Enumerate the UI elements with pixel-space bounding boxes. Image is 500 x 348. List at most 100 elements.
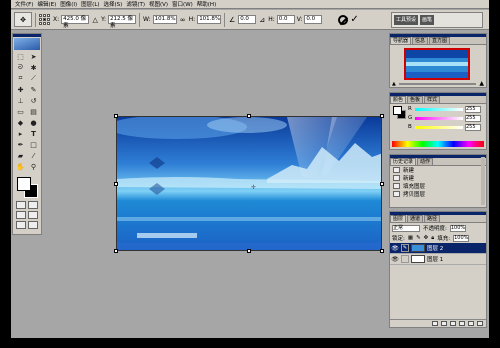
standard-mode-button[interactable] — [16, 201, 26, 209]
tool-preset-picker[interactable]: ✥ — [14, 12, 32, 27]
lock-transparency-icon[interactable]: ▦ — [408, 235, 413, 241]
menu-image[interactable]: 图像(I) — [58, 0, 79, 8]
type-tool-icon[interactable]: T — [27, 128, 40, 139]
transform-center-icon[interactable]: ✛ — [251, 184, 256, 191]
palette-well-tab-tool-presets[interactable]: 工具预设 — [394, 15, 419, 25]
color-spectrum-bar[interactable] — [392, 141, 484, 147]
quick-mask-button[interactable] — [28, 201, 38, 209]
tab-actions[interactable]: 动作 — [417, 158, 434, 165]
history-item[interactable]: 新建 — [390, 166, 486, 174]
layer-style-icon[interactable] — [432, 321, 438, 326]
jump-to-imageready-button[interactable] — [28, 221, 38, 229]
transform-handle-top[interactable] — [247, 114, 251, 118]
link-icon[interactable]: ∞ — [179, 16, 187, 24]
channel-value[interactable]: 255 — [465, 114, 481, 122]
fill-field[interactable]: 100% — [453, 234, 470, 242]
channel-value[interactable]: 255 — [465, 105, 481, 113]
transform-handle-left[interactable] — [114, 182, 118, 186]
notes-tool-icon[interactable]: ▰ — [14, 150, 27, 161]
menu-edit[interactable]: 编辑(E) — [35, 0, 58, 8]
menu-window[interactable]: 窗口(W) — [170, 0, 195, 8]
y-field[interactable]: 212.5 像素 — [108, 15, 137, 29]
foreground-color-swatch[interactable] — [17, 177, 31, 191]
commit-transform-icon[interactable]: ✓ — [350, 14, 358, 25]
blend-mode-select[interactable]: 正常 — [392, 224, 420, 232]
opacity-field[interactable]: 100% — [449, 224, 466, 232]
tab-navigator[interactable]: 导航器 — [390, 37, 412, 44]
move-tool-icon[interactable]: ➤ — [27, 51, 40, 62]
tab-layers[interactable]: 图层 — [390, 215, 407, 222]
layer-link-icon[interactable] — [401, 255, 409, 263]
reference-point-locator[interactable] — [39, 13, 51, 26]
marquee-tool-icon[interactable]: ⬚ — [14, 51, 27, 62]
tab-channels[interactable]: 通道 — [407, 215, 424, 222]
zoom-out-icon[interactable]: ▲ — [392, 81, 396, 87]
tab-histogram[interactable]: 直方图 — [429, 37, 451, 44]
blur-tool-icon[interactable]: ◆ — [14, 117, 27, 128]
channel-value[interactable]: 255 — [465, 123, 481, 131]
transform-handle-bottom-right[interactable] — [380, 249, 384, 253]
history-item[interactable]: 新建 — [390, 174, 486, 182]
cancel-transform-icon[interactable] — [338, 14, 349, 25]
path-select-icon[interactable]: ▸ — [14, 128, 27, 139]
hand-tool-icon[interactable]: ✋ — [14, 161, 27, 172]
adjustment-layer-icon[interactable] — [459, 321, 465, 326]
x-field[interactable]: 425.0 像素 — [61, 15, 90, 29]
layer-link-icon[interactable]: ✎ — [401, 244, 409, 252]
menu-view[interactable]: 视图(V) — [147, 0, 170, 8]
tab-styles[interactable]: 样式 — [424, 96, 441, 103]
lasso-tool-icon[interactable]: ᘐ — [14, 62, 27, 73]
tab-paths[interactable]: 路径 — [424, 215, 441, 222]
width-field[interactable]: 101.8% — [152, 15, 177, 24]
clone-stamp-icon[interactable]: ⊥ — [14, 95, 27, 106]
history-item[interactable]: 拷贝图层 — [390, 190, 486, 198]
channel-slider[interactable] — [415, 107, 463, 111]
zoom-tool-icon[interactable]: ⚲ — [27, 161, 40, 172]
new-set-icon[interactable] — [450, 321, 456, 326]
skew-v-field[interactable]: 0.0 — [304, 15, 323, 24]
menu-layer[interactable]: 图层(L) — [79, 0, 101, 8]
palette-well-tab-brushes[interactable]: 画笔 — [420, 15, 435, 25]
transform-handle-top-right[interactable] — [380, 114, 384, 118]
document-canvas[interactable] — [116, 116, 382, 251]
visibility-eye-icon[interactable]: 👁︎ — [391, 245, 399, 252]
history-brush-icon[interactable]: ↺ — [27, 95, 40, 106]
screen-mode-standard-button[interactable] — [16, 211, 26, 219]
tab-color[interactable]: 颜色 — [390, 96, 407, 103]
shape-tool-icon[interactable]: □ — [27, 139, 40, 150]
menu-help[interactable]: 帮助(H) — [195, 0, 218, 8]
history-scrollbar[interactable] — [481, 157, 485, 205]
layer-mask-icon[interactable] — [441, 321, 447, 326]
foreground-color-swatch[interactable] — [393, 106, 402, 115]
channel-slider[interactable] — [415, 125, 463, 129]
visibility-eye-icon[interactable]: 👁︎ — [391, 256, 399, 263]
menu-filter[interactable]: 滤镜(T) — [124, 0, 147, 8]
menu-select[interactable]: 选择(S) — [102, 0, 125, 8]
eraser-tool-icon[interactable]: ▭ — [14, 106, 27, 117]
lock-image-icon[interactable]: ✎ — [416, 235, 421, 241]
gradient-tool-icon[interactable]: ▤ — [27, 106, 40, 117]
navigator-thumbnail[interactable] — [404, 48, 470, 80]
transform-handle-bottom[interactable] — [247, 249, 251, 253]
zoom-in-icon[interactable]: ▲ — [479, 80, 484, 87]
lock-position-icon[interactable]: ✥ — [424, 235, 429, 241]
layer-row[interactable]: 👁︎ 图层 1 — [390, 254, 486, 265]
pen-tool-icon[interactable]: ✒ — [14, 139, 27, 150]
screen-mode-full-button[interactable] — [28, 211, 38, 219]
screen-mode-fullscreen-button[interactable] — [16, 221, 26, 229]
lock-all-icon[interactable]: 🔒︎ — [431, 235, 434, 242]
magic-wand-icon[interactable]: ✱ — [27, 62, 40, 73]
tab-info[interactable]: 信息 — [412, 37, 429, 44]
channel-slider[interactable] — [415, 116, 463, 120]
toolbox-titlebar[interactable] — [13, 34, 41, 37]
menu-file[interactable]: 文件(F) — [13, 0, 35, 8]
transform-handle-right[interactable] — [380, 182, 384, 186]
zoom-slider[interactable] — [398, 82, 477, 85]
dodge-tool-icon[interactable]: ● — [27, 117, 40, 128]
eyedropper-icon[interactable]: ⁄ — [27, 150, 40, 161]
crop-tool-icon[interactable]: ⌗ — [14, 73, 27, 84]
new-layer-icon[interactable] — [468, 321, 474, 326]
tab-history[interactable]: 历史记录 — [390, 158, 417, 165]
brush-tool-icon[interactable]: ✎ — [27, 84, 40, 95]
angle-field[interactable]: 0.0 — [238, 15, 257, 24]
